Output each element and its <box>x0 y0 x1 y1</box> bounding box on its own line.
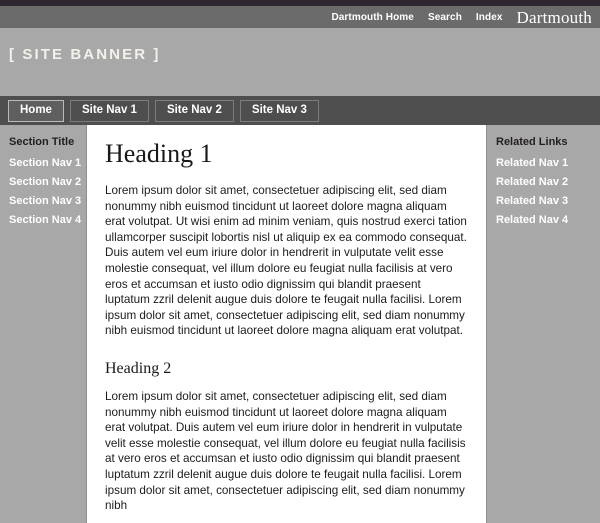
sidebar-item-section-nav-4[interactable]: Section Nav 4 <box>9 214 86 226</box>
sidebar-item-section-nav-3[interactable]: Section Nav 3 <box>9 195 86 207</box>
nav-tab-site-nav-2[interactable]: Site Nav 2 <box>154 99 234 122</box>
utility-bar: Dartmouth Home Search Index Dartmouth <box>0 6 600 28</box>
main-content: Heading 1 Lorem ipsum dolor sit amet, co… <box>86 125 487 523</box>
paragraph-2: Lorem ipsum dolor sit amet, consectetuer… <box>105 389 466 513</box>
sidebar-item-section-nav-1[interactable]: Section Nav 1 <box>9 157 86 169</box>
sidebar-item-related-nav-2[interactable]: Related Nav 2 <box>496 176 600 188</box>
sidebar-item-related-nav-3[interactable]: Related Nav 3 <box>496 195 600 207</box>
paragraph-1: Lorem ipsum dolor sit amet, consectetuer… <box>105 184 467 338</box>
nav-tab-site-nav-1[interactable]: Site Nav 1 <box>69 99 149 122</box>
right-sidebar-title: Related Links <box>496 136 568 148</box>
site-banner-text: [ SITE BANNER ] <box>9 46 161 63</box>
right-sidebar: Related Links Related Nav 1 Related Nav … <box>487 125 600 523</box>
left-sidebar: Section Title Section Nav 1 Section Nav … <box>0 125 86 523</box>
page-body: Section Title Section Nav 1 Section Nav … <box>0 125 600 523</box>
sidebar-item-related-nav-4[interactable]: Related Nav 4 <box>496 214 600 226</box>
nav-tab-home[interactable]: Home <box>8 99 64 122</box>
sidebar-item-section-nav-2[interactable]: Section Nav 2 <box>9 176 86 188</box>
utility-link-search[interactable]: Search <box>428 12 462 23</box>
utility-link-dartmouth-home[interactable]: Dartmouth Home <box>331 12 414 23</box>
utility-link-index[interactable]: Index <box>476 12 503 23</box>
site-banner: [ SITE BANNER ] <box>0 28 600 96</box>
nav-tab-site-nav-3[interactable]: Site Nav 3 <box>239 99 319 122</box>
heading-2: Heading 2 <box>105 359 172 377</box>
sidebar-item-related-nav-1[interactable]: Related Nav 1 <box>496 157 600 169</box>
heading-1: Heading 1 <box>105 139 213 168</box>
left-sidebar-title: Section Title <box>9 136 75 148</box>
dartmouth-wordmark[interactable]: Dartmouth <box>517 9 592 26</box>
primary-navigation: Home Site Nav 1 Site Nav 2 Site Nav 3 <box>0 96 600 125</box>
